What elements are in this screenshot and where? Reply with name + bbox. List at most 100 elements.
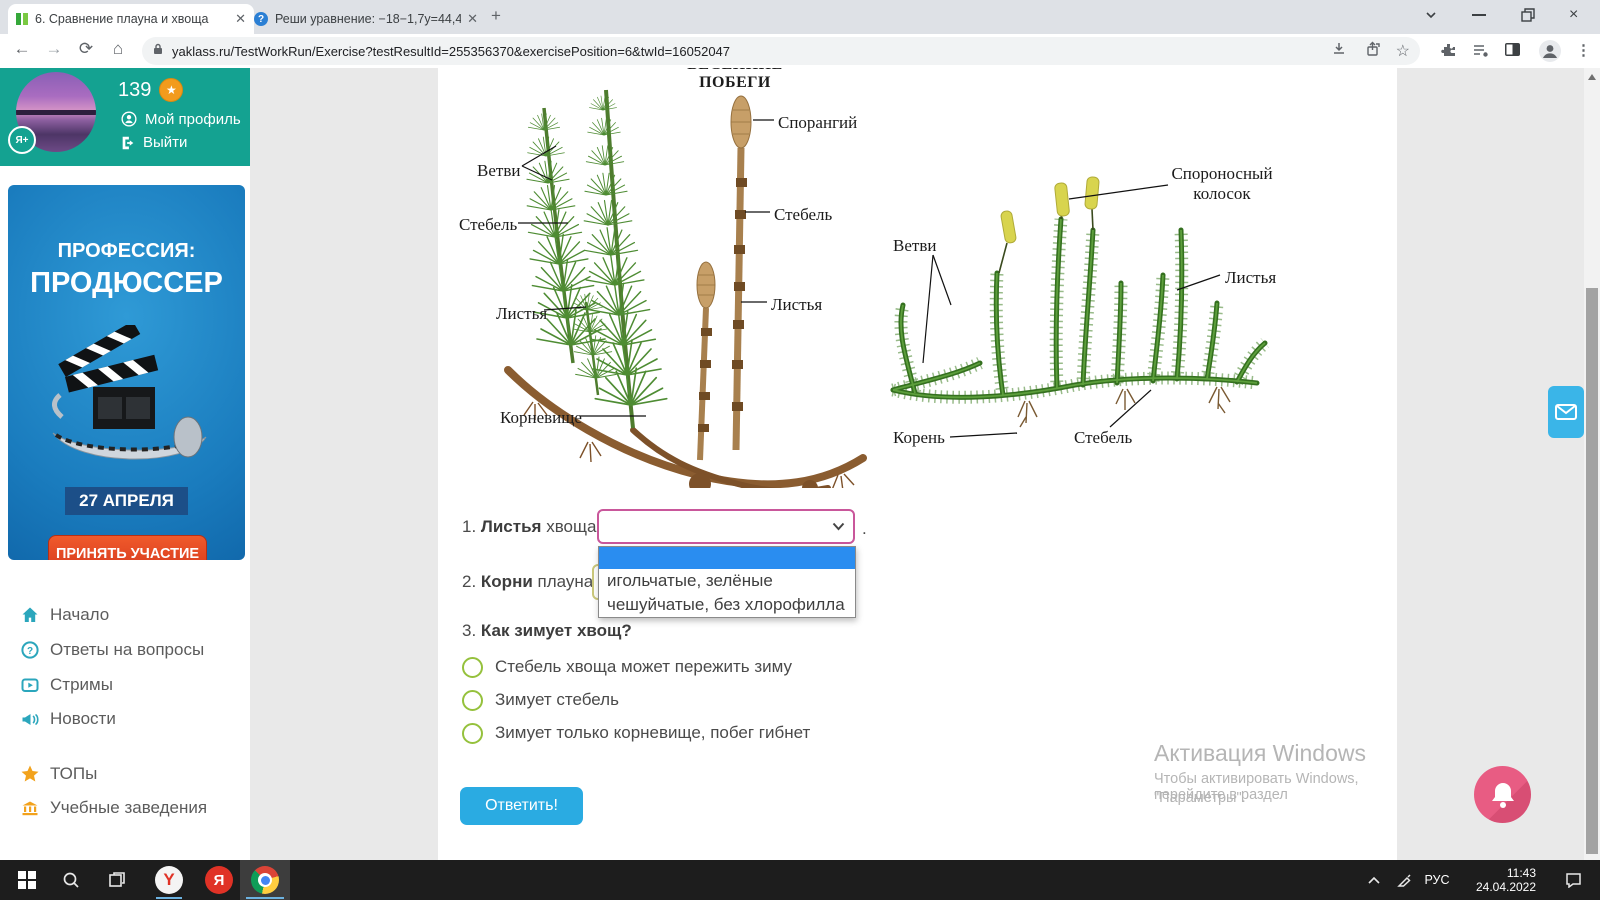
url-text: yaklass.ru/TestWorkRun/Exercise?testResu…: [172, 44, 1322, 59]
running-indicator: [156, 897, 182, 899]
tab-search-chevron-icon[interactable]: [1424, 8, 1438, 27]
date: 24.04.2022: [1476, 880, 1536, 894]
q1-dropdown-panel: игольчатые, зелёные чешуйчатые, без хлор…: [598, 546, 856, 618]
feedback-envelope-widget[interactable]: [1548, 386, 1584, 438]
clock[interactable]: 11:43 24.04.2022: [1462, 860, 1550, 900]
dropdown-option-scale[interactable]: чешуйчатые, без хлорофилла: [599, 593, 855, 617]
dropdown-option-needle[interactable]: игольчатые, зелёные: [599, 569, 855, 593]
home-icon[interactable]: ⌂: [106, 39, 130, 59]
star-icon: [20, 764, 40, 784]
my-profile-link[interactable]: Мой профиль: [120, 110, 241, 128]
restore-button[interactable]: [1521, 8, 1535, 27]
scrollbar-thumb[interactable]: [1586, 288, 1598, 854]
forward-icon[interactable]: →: [42, 39, 66, 59]
radio-circle[interactable]: [462, 657, 483, 678]
scroll-up-arrow[interactable]: [1588, 74, 1596, 80]
radio-option-2[interactable]: Зимует стебель: [462, 687, 619, 713]
tab-strip: 6. Сравнение плауна и хвоща ✕ ? Реши ура…: [0, 0, 1600, 34]
points-value: 139: [118, 79, 151, 102]
clapperboard-graphic: [38, 325, 218, 475]
action-center-icon[interactable]: [1558, 860, 1588, 900]
profile-block: Я+ 139 ★ Мой профиль Выйти: [0, 68, 250, 166]
question-1-text: 1. Листья хвоща: [462, 517, 596, 537]
play-icon: [20, 675, 40, 695]
sidebar-item-streams[interactable]: Стримы: [0, 668, 250, 702]
logout-link[interactable]: Выйти: [120, 134, 187, 151]
school-building-icon: [20, 798, 40, 818]
share-icon[interactable]: [1365, 41, 1381, 62]
taskbar-search-icon[interactable]: [56, 860, 86, 900]
sidebar-item-label: Новости: [50, 709, 116, 729]
yaklass-favicon: [16, 13, 28, 25]
question-3-text: 3. Как зимует хвощ?: [462, 621, 632, 641]
svg-text:?: ?: [27, 646, 33, 657]
horsetail-title: ВЕСЕННИЕ ПОБЕГИ: [670, 68, 800, 92]
tray-chevron-icon[interactable]: [1362, 860, 1386, 900]
ad-date: 27 АПРЕЛЯ: [65, 487, 188, 515]
yandex-icon[interactable]: Я: [202, 860, 236, 900]
new-tab-button[interactable]: +: [484, 6, 508, 28]
ad-cta-button[interactable]: ПРИНЯТЬ УЧАСТИЕ: [48, 535, 207, 560]
address-bar[interactable]: yaklass.ru/TestWorkRun/Exercise?testResu…: [142, 37, 1420, 65]
logout-label: Выйти: [143, 134, 187, 151]
page-gutter: [250, 68, 438, 860]
task-view-icon[interactable]: [102, 860, 132, 900]
sidebar-item-schools[interactable]: Учебные заведения: [0, 791, 250, 825]
browser-toolbar: ← → ⟳ ⌂ yaklass.ru/TestWorkRun/Exercise?…: [0, 34, 1600, 69]
start-button[interactable]: [12, 860, 42, 900]
radio-label: Зимует стебель: [495, 690, 619, 710]
label-leaves-left: Листья: [496, 304, 547, 324]
kebab-menu-icon[interactable]: ⋮: [1576, 41, 1591, 59]
tab-close-icon[interactable]: ✕: [467, 11, 478, 27]
reload-icon[interactable]: ⟳: [74, 39, 98, 59]
tab-close-icon[interactable]: ✕: [235, 11, 246, 27]
notification-bell-button[interactable]: [1474, 766, 1531, 823]
back-icon[interactable]: ←: [10, 39, 34, 59]
submit-button[interactable]: Ответить!: [460, 787, 583, 825]
yandex-browser-icon[interactable]: Y: [152, 860, 186, 900]
close-window-button[interactable]: ×: [1569, 6, 1578, 24]
pen-tray-icon[interactable]: [1392, 860, 1416, 900]
reading-list-icon[interactable]: [1472, 42, 1489, 64]
dropdown-option-empty[interactable]: [599, 547, 855, 569]
label-sporangium: Спорангий: [778, 113, 857, 133]
label-leaves-right: Листья: [771, 295, 822, 315]
language-indicator[interactable]: РУС: [1420, 860, 1454, 900]
sidebar-item-home[interactable]: Начало: [0, 598, 250, 632]
label-cm-leaves: Листья: [1225, 268, 1276, 288]
tab-title: Реши уравнение: −18−1,7y=44,4: [275, 12, 461, 26]
screen: { "theme": { "teal": "#14a291", "ad_bott…: [0, 0, 1600, 900]
radio-option-1[interactable]: Стебель хвоща может пережить зиму: [462, 654, 792, 680]
my-profile-label: Мой профиль: [145, 111, 241, 128]
extensions-puzzle-icon[interactable]: [1440, 42, 1457, 64]
side-panel-icon[interactable]: [1504, 42, 1521, 62]
sidebar-item-label: Учебные заведения: [50, 798, 207, 818]
ad-banner[interactable]: ПРОФЕССИЯ: ПРОДЮССЕР 27 АПРЕЛЯ ПРИНЯТЬ У…: [8, 185, 245, 560]
label-spore-cone: Спороносный колосок: [1164, 164, 1280, 204]
bookmark-star-icon[interactable]: ☆: [1396, 41, 1410, 61]
profile-avatar-icon[interactable]: [1538, 39, 1562, 68]
envelope-icon: [1555, 404, 1577, 420]
install-icon[interactable]: [1331, 41, 1347, 62]
q1-period: .: [862, 519, 867, 539]
scrollbar[interactable]: [1584, 68, 1600, 860]
sidebar-item-news[interactable]: Новости: [0, 702, 250, 736]
tab-equation[interactable]: ? Реши уравнение: −18−1,7y=44,4 ✕: [246, 4, 486, 34]
activation-watermark-title: Активация Windows: [1154, 740, 1366, 767]
sidebar: Я+ 139 ★ Мой профиль Выйти ПРОФЕССИЯ: ПР…: [0, 68, 250, 860]
points-star-icon: ★: [159, 78, 183, 102]
minimize-button[interactable]: [1472, 14, 1486, 16]
activation-watermark-line2: "Параметры".: [1154, 790, 1246, 806]
chrome-active-slot[interactable]: [240, 860, 290, 900]
radio-circle[interactable]: [462, 690, 483, 711]
tab-biology[interactable]: 6. Сравнение плауна и хвоща ✕: [8, 4, 254, 34]
sidebar-item-label: Стримы: [50, 675, 113, 695]
radio-circle[interactable]: [462, 723, 483, 744]
radio-option-3[interactable]: Зимует только корневище, побег гибнет: [462, 720, 810, 746]
sidebar-item-tops[interactable]: ТОПы: [0, 757, 250, 791]
sidebar-item-label: Ответы на вопросы: [50, 640, 204, 660]
q1-select[interactable]: [597, 509, 855, 544]
ad-line1: ПРОФЕССИЯ:: [8, 240, 245, 263]
sidebar-item-answers[interactable]: ? Ответы на вопросы: [0, 633, 250, 667]
tab-title: 6. Сравнение плауна и хвоща: [35, 12, 229, 26]
